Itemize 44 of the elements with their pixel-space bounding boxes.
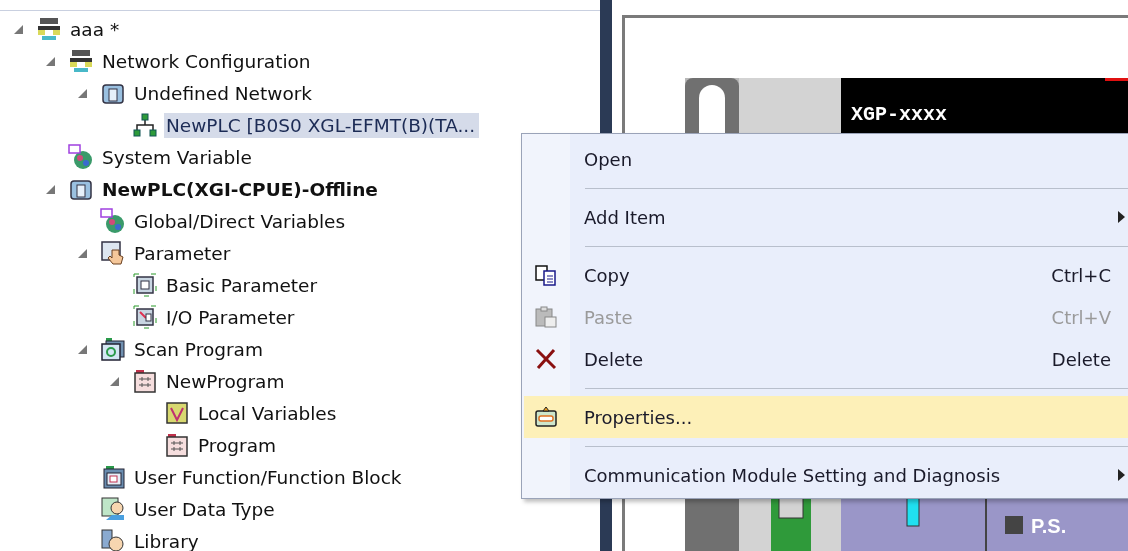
parameter-icon [132, 272, 158, 298]
library-icon [100, 528, 126, 551]
expand-icon[interactable] [76, 343, 88, 355]
expand-icon[interactable] [44, 183, 56, 195]
menu-item[interactable]: Properties... [524, 396, 1128, 438]
tree-item[interactable]: Parameter [132, 240, 235, 266]
close-icon [534, 347, 558, 371]
variable-icon [164, 400, 190, 426]
clipboard-icon [534, 405, 558, 429]
tree-item[interactable]: Global/Direct Variables [132, 208, 350, 234]
program-icon [164, 432, 190, 458]
expand-icon[interactable] [12, 23, 24, 35]
user-icon [100, 496, 126, 522]
network-tree-icon [132, 112, 158, 138]
program-icon [132, 368, 158, 394]
globe-icon [100, 208, 126, 234]
expand-icon[interactable] [108, 375, 120, 387]
expand-icon[interactable] [44, 55, 56, 67]
tree-item[interactable]: NewPLC [B0S0 XGL-EFMT(B)(TA... [164, 112, 480, 138]
function-block-icon [100, 464, 126, 490]
tree-item[interactable]: Basic Parameter [164, 272, 322, 298]
expand-icon[interactable] [76, 247, 88, 259]
hand-pointer-icon [100, 240, 126, 266]
io-parameter-icon [132, 304, 158, 330]
globe-icon [68, 144, 94, 170]
tree-item[interactable]: User Data Type [132, 496, 279, 522]
tree-item[interactable]: System Variable [100, 144, 256, 170]
tree-item[interactable]: I/O Parameter [164, 304, 299, 330]
tree-item[interactable]: aaa * [68, 16, 124, 42]
network-icon [36, 16, 62, 42]
expand-icon[interactable] [76, 87, 88, 99]
tree-item[interactable]: Network Configuration [100, 48, 315, 74]
tree-item[interactable]: Scan Program [132, 336, 267, 362]
tree-item[interactable]: NewPLC(XGI-CPUE)-Offline [100, 176, 382, 202]
tree-item[interactable]: Undefined Network [132, 80, 317, 106]
tree-item[interactable]: Program [196, 432, 281, 458]
network-icon [68, 48, 94, 74]
paste-icon [534, 305, 558, 329]
copy-icon [534, 263, 558, 287]
tree-item[interactable]: Library [132, 528, 203, 551]
tree-item[interactable]: Local Variables [196, 400, 341, 426]
scan-program-icon [100, 336, 126, 362]
tree-item[interactable]: NewProgram [164, 368, 289, 394]
tree-item[interactable]: User Function/Function Block [132, 464, 406, 490]
